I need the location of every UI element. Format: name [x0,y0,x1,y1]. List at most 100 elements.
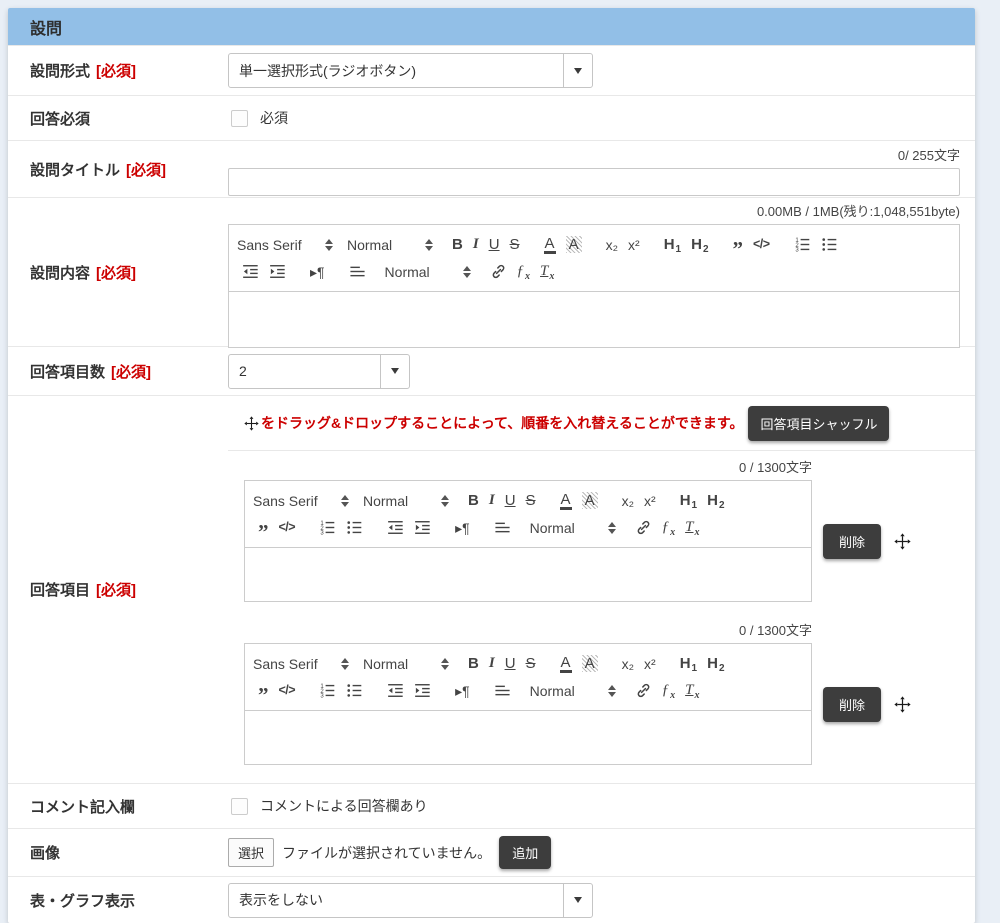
background-color-button[interactable]: A [577,652,603,676]
comment-field-checkbox[interactable] [231,798,248,815]
answer-item-edit-area[interactable] [245,548,811,601]
link-button[interactable] [630,516,657,540]
size-picker[interactable]: Normal [363,656,449,672]
ordered-list-button[interactable] [789,233,816,257]
formula-button[interactable]: ƒx [657,516,681,540]
delete-answer-item-button[interactable]: 削除 [823,524,881,559]
link-button[interactable] [630,679,657,703]
formula-button[interactable]: ƒx [512,260,536,284]
shuffle-answer-items-button[interactable]: 回答項目シャッフル [748,406,889,441]
font-picker[interactable]: Sans Serif [253,493,349,509]
align-button[interactable] [489,516,516,540]
outdent-button[interactable] [382,516,409,540]
text-color-button[interactable]: A [539,233,561,257]
bold-button[interactable]: B [463,652,484,676]
delete-answer-item-button[interactable]: 削除 [823,687,881,722]
direction-button[interactable]: ▸¶ [450,516,475,540]
question-format-select[interactable]: 単一選択形式(ラジオボタン) [228,53,593,88]
font-picker[interactable]: Sans Serif [237,237,333,253]
font-picker[interactable]: Sans Serif [253,656,349,672]
dropdown-arrow-icon[interactable] [563,54,592,87]
image-label: 画像 [30,842,60,863]
ordered-list-button[interactable] [314,679,341,703]
underline-button[interactable]: U [484,233,505,257]
toolbar-group-dir: ▸¶ [305,260,330,284]
lineheight-picker[interactable]: Normal [530,683,616,699]
formula-button[interactable]: ƒx [657,679,681,703]
blockquote-button[interactable]: ” [253,679,274,703]
header1-button[interactable]: H1 [675,652,702,676]
toolbar-group-header: H1H2 [675,489,730,513]
text-color-button[interactable]: A [555,652,577,676]
blockquote-button[interactable]: ” [253,516,274,540]
indent-button[interactable] [264,260,291,284]
add-image-button[interactable]: 追加 [499,836,551,869]
header2-button[interactable]: H2 [686,233,713,257]
superscript-button[interactable]: x² [639,652,661,676]
subscript-button[interactable]: x₂ [617,489,639,513]
clean-format-button[interactable]: Tx [680,679,704,703]
bold-button[interactable]: B [463,489,484,513]
question-format-label: 設問形式 [30,60,90,81]
code-block-button[interactable]: </> [274,516,301,540]
bullet-list-button[interactable] [341,516,368,540]
toolbar-group-script: x₂x² [601,233,645,257]
answer-item-edit-area[interactable] [245,711,811,764]
header1-button[interactable]: H1 [675,489,702,513]
bullet-list-button[interactable] [341,679,368,703]
code-block-button[interactable]: </> [274,679,301,703]
toolbar-group-align [344,260,371,284]
outdent-button[interactable] [237,260,264,284]
strike-button[interactable]: S [521,652,541,676]
toolbar-group-indent [382,516,436,540]
background-color-button[interactable]: A [561,233,587,257]
ordered-list-button[interactable] [314,516,341,540]
clean-format-button[interactable]: Tx [680,516,704,540]
direction-button[interactable]: ▸¶ [305,260,330,284]
size-picker[interactable]: Normal [347,237,433,253]
text-color-button[interactable]: A [555,489,577,513]
code-block-button[interactable]: </> [748,233,775,257]
header1-button[interactable]: H1 [659,233,686,257]
question-body-edit-area[interactable] [229,292,959,347]
outdent-button[interactable] [382,679,409,703]
bold-button[interactable]: B [447,233,468,257]
size-picker[interactable]: Normal [363,493,449,509]
superscript-button[interactable]: x² [623,233,645,257]
size-counter: 0.00MB / 1MB(残り:1,048,551byte) [228,203,960,221]
dropdown-arrow-icon[interactable] [563,884,592,917]
file-select-button[interactable]: 選択 [228,838,274,867]
strike-button[interactable]: S [521,489,541,513]
italic-button[interactable]: I [484,652,500,676]
header2-button[interactable]: H2 [702,489,729,513]
dropdown-arrow-icon[interactable] [380,355,409,388]
toolbar-group-link: ƒxTx [630,516,705,540]
align-button[interactable] [489,679,516,703]
subscript-button[interactable]: x₂ [601,233,623,257]
underline-button[interactable]: U [500,652,521,676]
drag-handle-icon[interactable] [894,533,911,550]
chart-display-select[interactable]: 表示をしない [228,883,593,918]
answer-item-count-select[interactable]: 2 [228,354,410,389]
italic-button[interactable]: I [484,489,500,513]
question-title-input[interactable] [228,168,960,196]
lineheight-picker[interactable]: Normal [530,520,616,536]
blockquote-button[interactable]: ” [728,233,749,257]
background-color-button[interactable]: A [577,489,603,513]
lineheight-picker[interactable]: Normal [385,264,471,280]
align-button[interactable] [344,260,371,284]
link-button[interactable] [485,260,512,284]
italic-button[interactable]: I [468,233,484,257]
clean-format-button[interactable]: Tx [535,260,559,284]
superscript-button[interactable]: x² [639,489,661,513]
answer-required-checkbox[interactable] [231,110,248,127]
underline-button[interactable]: U [500,489,521,513]
bullet-list-button[interactable] [816,233,843,257]
indent-button[interactable] [409,679,436,703]
drag-handle-icon[interactable] [894,696,911,713]
strike-button[interactable]: S [505,233,525,257]
subscript-button[interactable]: x₂ [617,652,639,676]
indent-button[interactable] [409,516,436,540]
direction-button[interactable]: ▸¶ [450,679,475,703]
header2-button[interactable]: H2 [702,652,729,676]
